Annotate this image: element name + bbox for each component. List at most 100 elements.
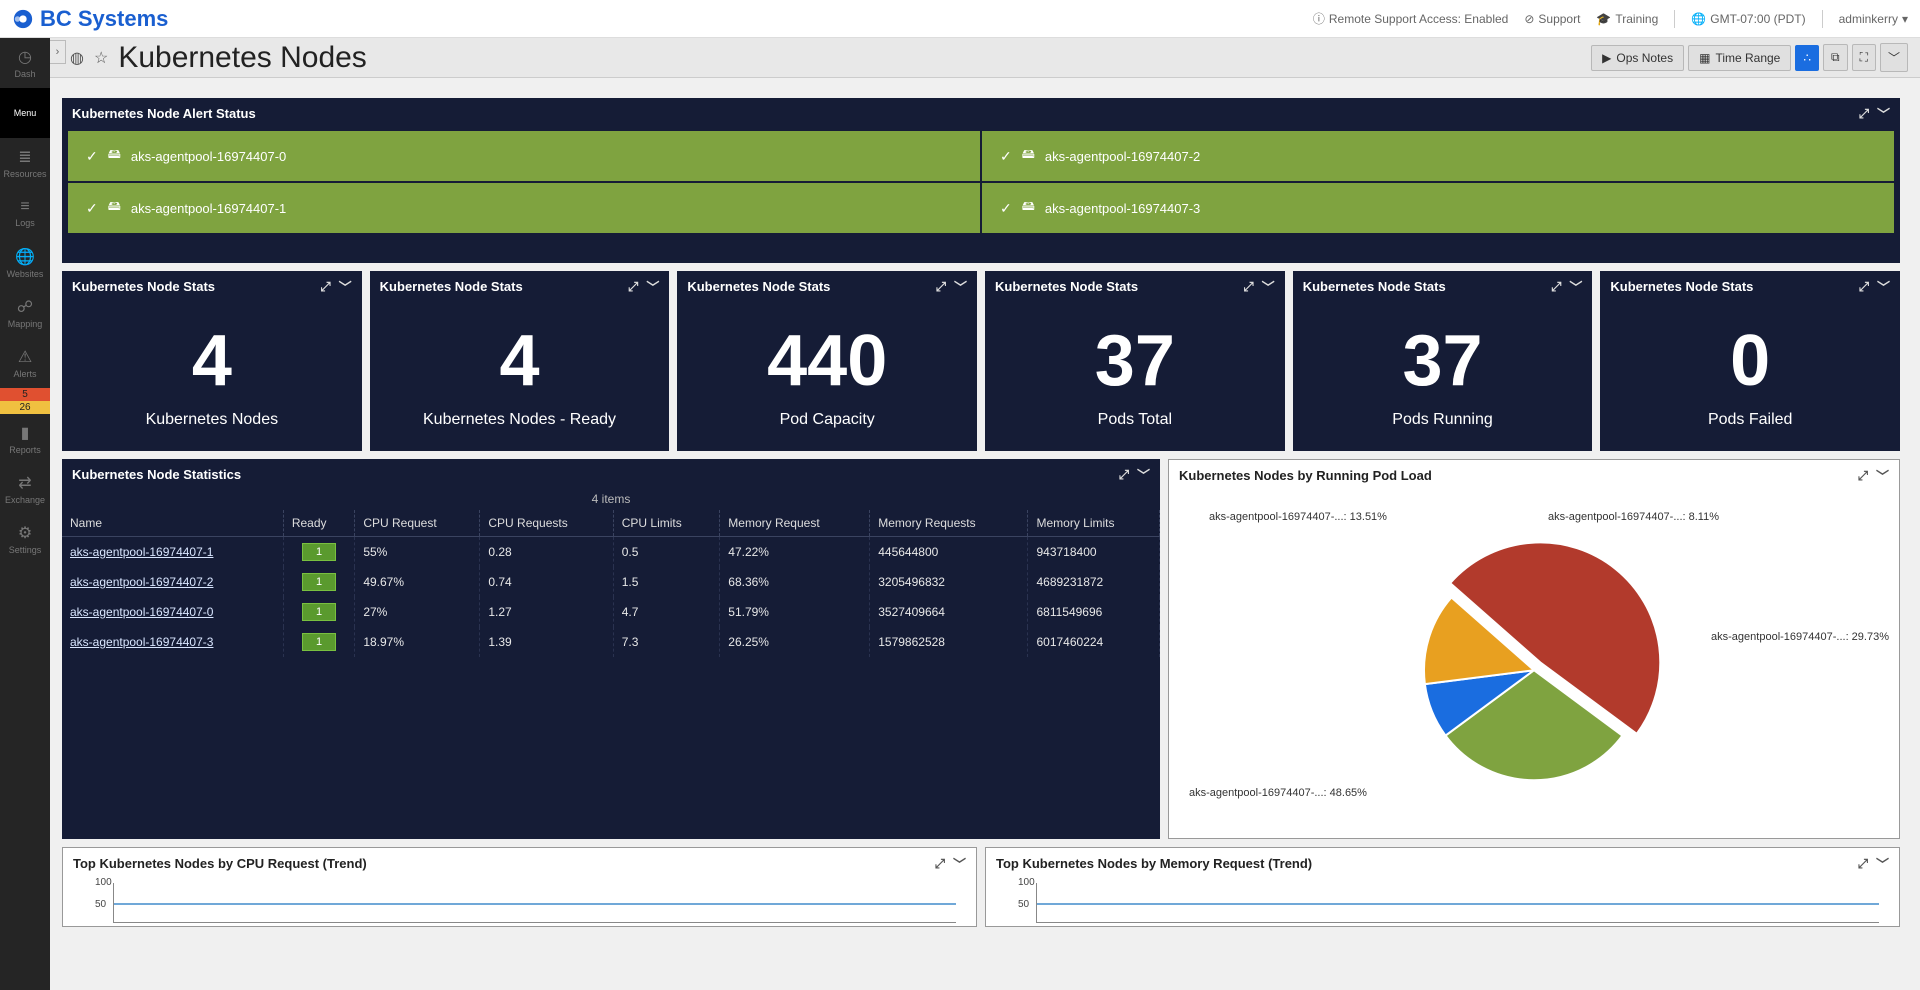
node-status-cell[interactable]: ✓🖴aks-agentpool-16974407-0 — [68, 131, 980, 181]
copy-button[interactable]: ⧉ — [1823, 44, 1848, 71]
sidebar-label: Resources — [3, 169, 46, 179]
page-title: Kubernetes Nodes — [118, 41, 367, 75]
expand-icon[interactable]: ⤢ — [1858, 856, 1868, 872]
expand-icon[interactable]: ⤢ — [1243, 279, 1253, 295]
expand-icon[interactable]: ⤢ — [628, 279, 638, 295]
stat-value: 37 — [1402, 325, 1482, 397]
time-range-button[interactable]: ▦Time Range — [1688, 45, 1791, 71]
node-link[interactable]: aks-agentpool-16974407-3 — [70, 635, 213, 649]
chevron-down-icon[interactable]: ﹀ — [1876, 854, 1889, 873]
sidebar-item-dash[interactable]: ◷Dash — [0, 38, 50, 88]
check-icon: ✓ — [86, 148, 98, 165]
node-name: aks-agentpool-16974407-0 — [131, 149, 286, 164]
stat-label: Pods Total — [1098, 411, 1172, 429]
dashboard-content: Kubernetes Node Alert Status ⤢ ﹀ ✓🖴aks-a… — [50, 78, 1912, 990]
expand-icon[interactable]: ⤢ — [1858, 468, 1868, 484]
remote-support-status: ⓘ Remote Support Access: Enabled — [1313, 10, 1508, 27]
cell: 0.74 — [480, 567, 613, 597]
node-link[interactable]: aks-agentpool-16974407-2 — [70, 575, 213, 589]
chevron-down-icon[interactable]: ﹀ — [646, 277, 659, 296]
sidebar-item-reports[interactable]: ▮Reports — [0, 414, 50, 464]
table-header[interactable]: Ready — [283, 510, 355, 537]
user-menu[interactable]: adminkerry ▾ — [1839, 12, 1908, 26]
sidebar-label: Websites — [7, 269, 44, 279]
pie-chart — [1404, 540, 1664, 800]
node-status-cell[interactable]: ✓🖴aks-agentpool-16974407-2 — [982, 131, 1894, 181]
alert-count-warning[interactable]: 26 — [0, 401, 50, 414]
expand-icon[interactable]: ⤢ — [1859, 106, 1869, 122]
table-row: aks-agentpool-16974407-2149.67%0.741.568… — [62, 567, 1160, 597]
table-header[interactable]: CPU Requests — [480, 510, 613, 537]
exchange-icon: ⇄ — [18, 473, 31, 493]
table-row: aks-agentpool-16974407-3118.97%1.397.326… — [62, 627, 1160, 657]
sidebar-item-exchange[interactable]: ⇄Exchange — [0, 464, 50, 514]
widget-node-alert-status: Kubernetes Node Alert Status ⤢ ﹀ ✓🖴aks-a… — [62, 98, 1900, 263]
sidebar-item-websites[interactable]: 🌐 Websites — [0, 238, 50, 288]
sidebar-expand-toggle[interactable]: › — [50, 40, 66, 64]
table-header[interactable]: Memory Requests — [870, 510, 1028, 537]
training-link[interactable]: 🎓 Training — [1596, 12, 1658, 26]
sidebar-label: Mapping — [8, 319, 43, 329]
chevron-down-icon[interactable]: ﹀ — [953, 854, 966, 873]
chevron-down-icon[interactable]: ﹀ — [1262, 277, 1275, 296]
sidebar-item-menu[interactable]: Menu — [0, 88, 50, 138]
sidebar-item-settings[interactable]: ⚙Settings — [0, 514, 50, 564]
chevron-down-icon[interactable]: ﹀ — [1569, 277, 1582, 296]
node-name: aks-agentpool-16974407-3 — [1045, 201, 1200, 216]
sidebar-item-resources[interactable]: ≣Resources — [0, 138, 50, 188]
lifebuoy-icon: ⊘ — [1524, 12, 1534, 26]
dots-button[interactable]: ∴ — [1795, 45, 1819, 71]
alert-count-critical[interactable]: 5 — [0, 388, 50, 401]
dots-icon: ∴ — [1803, 51, 1811, 65]
dashboard-type-icon: ◍ — [70, 48, 84, 68]
chevron-down-icon[interactable]: ﹀ — [339, 277, 352, 296]
node-link[interactable]: aks-agentpool-16974407-1 — [70, 545, 213, 559]
sidebar-item-logs[interactable]: ≡Logs — [0, 188, 50, 238]
timezone-selector[interactable]: 🌐 GMT-07:00 (PDT) — [1691, 12, 1805, 26]
stat-label: Pod Capacity — [780, 411, 875, 429]
chevron-down-icon[interactable]: ﹀ — [1876, 466, 1889, 485]
widget-title: Kubernetes Node Stats — [687, 279, 830, 294]
table-header[interactable]: CPU Request — [355, 510, 480, 537]
expand-icon[interactable]: ⤢ — [1119, 467, 1129, 483]
ready-badge: 1 — [302, 633, 336, 651]
node-name: aks-agentpool-16974407-1 — [131, 201, 286, 216]
node-link[interactable]: aks-agentpool-16974407-0 — [70, 605, 213, 619]
ready-badge: 1 — [302, 573, 336, 591]
node-status-cell[interactable]: ✓🖴aks-agentpool-16974407-3 — [982, 183, 1894, 233]
document-icon: ▮ — [21, 423, 30, 443]
favorite-star-icon[interactable]: ☆ — [94, 48, 108, 68]
fullscreen-button[interactable]: ⛶ — [1852, 44, 1876, 71]
server-icon: 🖴 — [1022, 197, 1035, 219]
expand-icon[interactable]: ⤢ — [1551, 279, 1561, 295]
cell: 26.25% — [720, 627, 870, 657]
chevron-down-icon[interactable]: ﹀ — [1877, 104, 1890, 123]
more-menu-button[interactable]: ﹀ — [1880, 43, 1908, 72]
node-status-cell[interactable]: ✓🖴aks-agentpool-16974407-1 — [68, 183, 980, 233]
table-header[interactable]: CPU Limits — [613, 510, 720, 537]
expand-icon[interactable]: ⤢ — [936, 279, 946, 295]
ops-notes-button[interactable]: ▶Ops Notes — [1591, 45, 1684, 71]
chevron-down-icon[interactable]: ﹀ — [1137, 465, 1150, 484]
sidebar-label: Alerts — [13, 369, 36, 379]
expand-icon[interactable]: ⤢ — [320, 279, 330, 295]
table-header[interactable]: Memory Limits — [1028, 510, 1160, 537]
pie-slice-label: aks-agentpool-16974407-...: 48.65% — [1189, 787, 1367, 799]
widget-node-statistics-table: Kubernetes Node Statistics ⤢ ﹀ 4 items N… — [62, 459, 1160, 839]
cell: 1579862528 — [870, 627, 1028, 657]
support-link[interactable]: ⊘ Support — [1524, 12, 1580, 26]
chevron-down-icon[interactable]: ﹀ — [954, 277, 967, 296]
expand-icon[interactable]: ⤢ — [1859, 279, 1869, 295]
sidebar-item-mapping[interactable]: ☍Mapping — [0, 288, 50, 338]
chevron-down-icon[interactable]: ﹀ — [1877, 277, 1890, 296]
brand-logo[interactable]: BC Systems — [12, 6, 168, 32]
table-header[interactable]: Memory Request — [720, 510, 870, 537]
cell: 6017460224 — [1028, 627, 1160, 657]
expand-icon[interactable]: ⤢ — [935, 856, 945, 872]
globe-icon: 🌐 — [15, 247, 35, 267]
sidebar-item-alerts[interactable]: ⚠Alerts — [0, 338, 50, 388]
cell: 47.22% — [720, 537, 870, 568]
stat-label: Kubernetes Nodes - Ready — [423, 411, 616, 429]
table-header[interactable]: Name — [62, 510, 283, 537]
calendar-icon: ▦ — [1699, 51, 1710, 65]
